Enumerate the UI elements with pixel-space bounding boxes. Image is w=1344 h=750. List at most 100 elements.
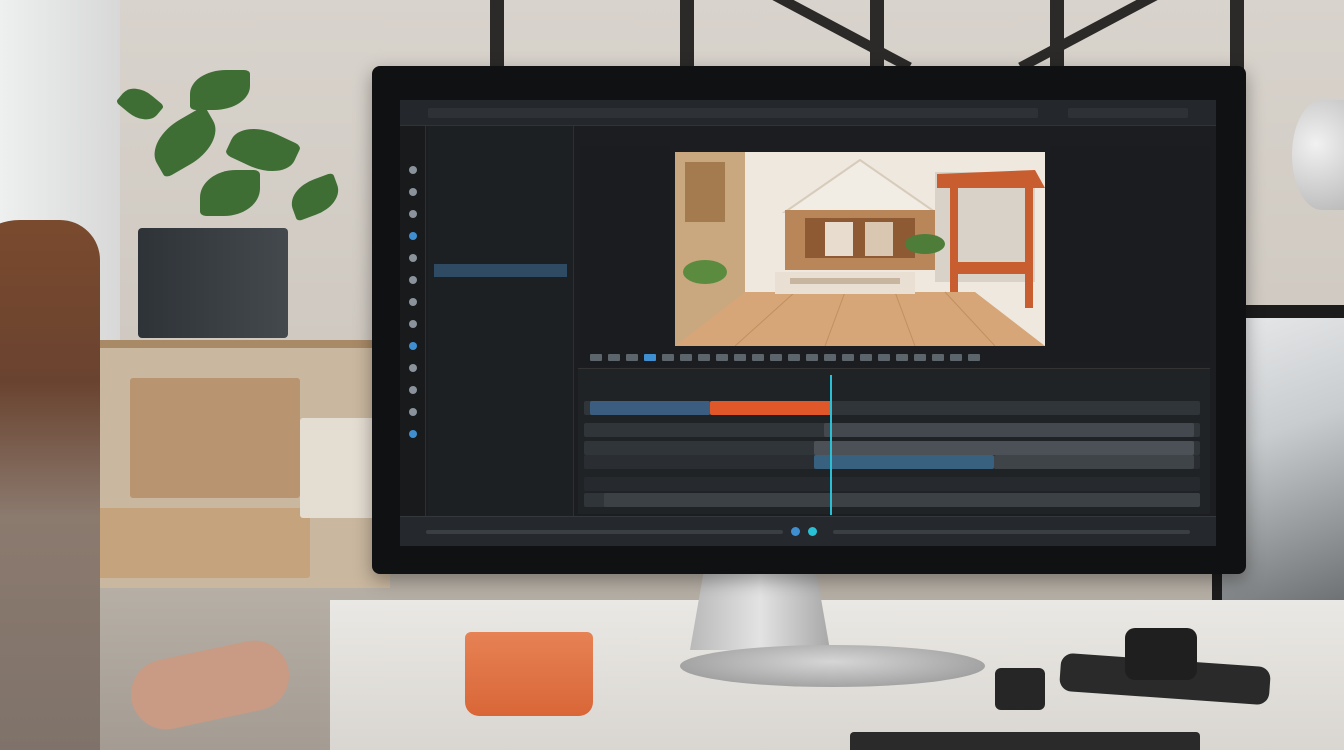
control-button[interactable] — [680, 353, 692, 361]
play-icon[interactable] — [791, 527, 800, 536]
inspector-row[interactable] — [1058, 265, 1202, 281]
tool-icon[interactable] — [408, 166, 417, 174]
inspector-row[interactable] — [1058, 281, 1202, 297]
timeline-clip[interactable] — [590, 401, 710, 415]
media-list-item[interactable] — [586, 223, 664, 237]
project-list-item[interactable] — [434, 264, 567, 277]
project-list-item[interactable] — [434, 342, 567, 355]
project-list-item[interactable] — [434, 225, 567, 238]
control-button[interactable] — [842, 353, 854, 361]
record-icon[interactable] — [808, 527, 817, 536]
project-list-item[interactable] — [434, 459, 567, 472]
tool-icon[interactable] — [408, 232, 417, 240]
media-list-item[interactable] — [586, 237, 664, 251]
project-list-item[interactable] — [434, 329, 567, 342]
media-list-item[interactable] — [586, 251, 664, 265]
control-button[interactable] — [896, 353, 908, 361]
project-list-item[interactable] — [434, 472, 567, 485]
tool-icon[interactable] — [408, 386, 417, 394]
control-button[interactable] — [914, 353, 926, 361]
tool-icon[interactable] — [408, 408, 417, 416]
inspector-row[interactable] — [1058, 297, 1202, 313]
project-list-item[interactable] — [434, 420, 567, 433]
tool-icon[interactable] — [408, 254, 417, 262]
inspector-row[interactable] — [1058, 201, 1202, 217]
media-list-item[interactable] — [586, 167, 664, 181]
inspector-row[interactable] — [1058, 185, 1202, 201]
control-button[interactable] — [824, 353, 836, 361]
project-list-item[interactable] — [434, 186, 567, 199]
control-button[interactable] — [788, 353, 800, 361]
timeline-clip[interactable] — [604, 493, 1200, 507]
playhead-icon[interactable] — [830, 375, 832, 515]
tool-icon[interactable] — [408, 364, 417, 372]
volume-slider[interactable] — [833, 529, 1190, 534]
inspector-row[interactable] — [1058, 313, 1202, 329]
project-list-item[interactable] — [434, 407, 567, 420]
media-list-item[interactable] — [586, 265, 664, 279]
play-icon[interactable] — [644, 353, 656, 361]
timeline-track[interactable] — [584, 441, 1200, 455]
control-button[interactable] — [626, 353, 638, 361]
timeline-track[interactable] — [584, 493, 1200, 507]
media-list-item[interactable] — [586, 195, 664, 209]
project-list-item[interactable] — [434, 446, 567, 459]
tool-icon[interactable] — [408, 210, 417, 218]
project-list-item[interactable] — [434, 368, 567, 381]
control-button[interactable] — [950, 353, 962, 361]
tool-icon[interactable] — [408, 342, 417, 350]
timeline-track[interactable] — [584, 423, 1200, 437]
control-button[interactable] — [878, 353, 890, 361]
project-list-item[interactable] — [434, 394, 567, 407]
inspector-row[interactable] — [1058, 169, 1202, 185]
media-list-item[interactable] — [586, 153, 664, 167]
timeline-clip[interactable] — [814, 455, 994, 469]
project-list-item[interactable] — [434, 134, 567, 147]
project-list-item[interactable] — [434, 355, 567, 368]
control-button[interactable] — [770, 353, 782, 361]
inspector-row[interactable] — [1058, 217, 1202, 233]
timeline-track[interactable] — [584, 401, 1200, 415]
media-list-item[interactable] — [586, 293, 664, 307]
project-list-item[interactable] — [434, 160, 567, 173]
media-list-item[interactable] — [586, 209, 664, 223]
project-list-item[interactable] — [434, 238, 567, 251]
inspector-row[interactable] — [1058, 233, 1202, 249]
zoom-slider[interactable] — [426, 529, 783, 534]
control-button[interactable] — [968, 353, 980, 361]
preview-viewer[interactable] — [675, 152, 1045, 346]
tool-icon[interactable] — [408, 320, 417, 328]
project-list-item[interactable] — [434, 290, 567, 303]
timeline-track[interactable] — [584, 477, 1200, 491]
inspector-row[interactable] — [1058, 249, 1202, 265]
control-button[interactable] — [860, 353, 872, 361]
media-list-item[interactable] — [586, 321, 664, 335]
control-button[interactable] — [716, 353, 728, 361]
tool-icon[interactable] — [408, 276, 417, 284]
project-list-item[interactable] — [434, 316, 567, 329]
timeline-clip[interactable] — [824, 423, 1194, 437]
media-list-item[interactable] — [586, 181, 664, 195]
timeline-clip[interactable] — [814, 441, 1194, 455]
project-list-item[interactable] — [434, 277, 567, 290]
control-button[interactable] — [806, 353, 818, 361]
project-list-item[interactable] — [434, 251, 567, 264]
project-list-item[interactable] — [434, 212, 567, 225]
timeline-clip[interactable] — [710, 401, 832, 415]
media-list-item[interactable] — [586, 307, 664, 321]
control-button[interactable] — [734, 353, 746, 361]
inspector-row[interactable] — [1058, 329, 1202, 345]
project-list-item[interactable] — [434, 381, 567, 394]
control-button[interactable] — [590, 353, 602, 361]
control-button[interactable] — [698, 353, 710, 361]
control-button[interactable] — [932, 353, 944, 361]
control-button[interactable] — [662, 353, 674, 361]
project-list-item[interactable] — [434, 173, 567, 186]
project-list-item[interactable] — [434, 485, 567, 498]
tool-icon[interactable] — [408, 298, 417, 306]
tool-icon[interactable] — [408, 430, 417, 438]
project-list-item[interactable] — [434, 303, 567, 316]
project-list-item[interactable] — [434, 147, 567, 160]
project-list-item[interactable] — [434, 199, 567, 212]
timeline-track[interactable] — [584, 455, 1200, 469]
